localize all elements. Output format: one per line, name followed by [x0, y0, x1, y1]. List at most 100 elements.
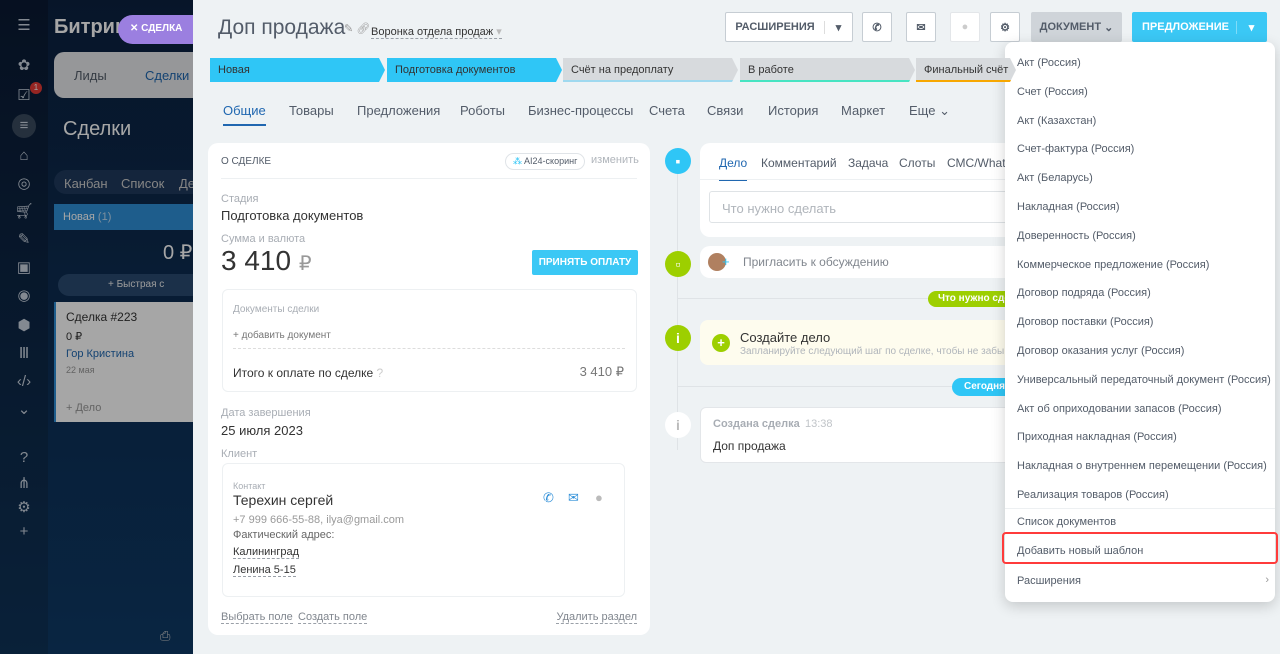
contact-call-icon[interactable]: ✆	[543, 490, 554, 506]
activity-icon: ▪	[665, 148, 691, 174]
info-icon: i	[665, 325, 691, 351]
email-button[interactable]: ✉	[906, 12, 936, 42]
menu-item[interactable]: Универсальный передаточный документ (Рос…	[1017, 374, 1271, 386]
menu-item[interactable]: Накладная (Россия)	[1017, 201, 1120, 213]
menu-item[interactable]: Акт об оприходовании запасов (Россия)	[1017, 403, 1222, 415]
menu-item[interactable]: Доверенность (Россия)	[1017, 230, 1136, 242]
tab-1[interactable]: Товары	[289, 103, 334, 118]
extensions-button[interactable]: РАСШИРЕНИЯ ▾	[725, 12, 853, 42]
add-document-link[interactable]: + добавить документ	[233, 330, 331, 341]
choose-field-link[interactable]: Выбрать поле	[221, 611, 293, 624]
tab-4[interactable]: Бизнес-процессы	[528, 103, 633, 118]
stage-2[interactable]: Счёт на предоплату	[563, 58, 738, 82]
document-dropdown-menu: Акт (Россия) Счет (Россия) Акт (Казахстан)…	[1005, 42, 1275, 602]
chat-button[interactable]: ●	[950, 12, 980, 42]
contact-name[interactable]: Терехин сергей	[233, 492, 333, 508]
info-icon: i	[665, 412, 691, 438]
menu-item[interactable]: Договор оказания услуг (Россия)	[1017, 345, 1184, 357]
timeline-tab-3[interactable]: Слоты	[899, 156, 935, 170]
tab-8[interactable]: Маркет	[841, 103, 885, 118]
timeline-tab-4[interactable]: СМС/Whats	[947, 156, 1012, 170]
document-button[interactable]: ДОКУМЕНТ ⌄	[1031, 12, 1122, 42]
address-label: Фактический адрес:	[233, 529, 335, 541]
timeline-tab-0[interactable]: Дело	[719, 156, 748, 181]
stage-4[interactable]: Финальный счёт	[916, 58, 1016, 82]
call-button[interactable]: ✆	[862, 12, 892, 42]
menu-item[interactable]: Акт (Беларусь)	[1017, 172, 1093, 184]
invite-bar[interactable]: + Пригласить к обсуждению	[700, 246, 1030, 278]
client-label: Клиент	[221, 448, 258, 460]
create-field-link[interactable]: Создать поле	[298, 611, 368, 624]
menu-item-extensions[interactable]: Расширения	[1017, 575, 1081, 587]
menu-item[interactable]: Счет-фактура (Россия)	[1017, 143, 1134, 155]
activity-input[interactable]: Что нужно сделать	[709, 191, 1039, 223]
tab-6[interactable]: Связи	[707, 103, 743, 118]
proposal-button[interactable]: ПРЕДЛОЖЕНИЕ ▾	[1132, 12, 1267, 42]
plus-icon: +	[712, 334, 730, 352]
close-date-label: Дата завершения	[221, 407, 311, 419]
stage-3[interactable]: В работе	[740, 58, 915, 82]
phone-icon: ✆	[872, 21, 882, 34]
mail-icon: ✉	[916, 21, 926, 34]
edit-title-icon[interactable]: ✎ 🔗︎	[344, 22, 370, 35]
chevron-right-icon: ›	[1265, 574, 1269, 586]
create-activity-hint[interactable]: + Создайте дело Запланируйте следующий ш…	[700, 320, 1030, 365]
tab-2[interactable]: Предложения	[357, 103, 440, 118]
documents-block: Документы сделки + добавить документ Ито…	[222, 289, 637, 392]
edit-section-link[interactable]: изменить	[591, 154, 639, 166]
ai-scoring-button[interactable]: ⁂ AI24-скоринг	[505, 153, 586, 170]
menu-item[interactable]: Акт (Россия)	[1017, 57, 1081, 69]
highlight-box	[1002, 532, 1278, 564]
tab-0[interactable]: Общие	[223, 103, 266, 126]
menu-item[interactable]: Счет (Россия)	[1017, 86, 1088, 98]
comment-icon: ▫	[665, 251, 691, 277]
contact-chat-icon[interactable]: ●	[595, 490, 603, 505]
chevron-down-icon[interactable]: ▾	[1236, 20, 1266, 34]
chevron-down-icon: ⌄	[1104, 21, 1114, 34]
chevron-down-icon: ⌄	[939, 103, 950, 118]
pipeline-select[interactable]: Воронка отдела продаж ▾	[371, 25, 502, 39]
delete-section-link[interactable]: Удалить раздел	[556, 611, 637, 624]
menu-item[interactable]: Накладная о внутреннем перемещении (Росс…	[1017, 460, 1267, 472]
contact-label: Контакт	[233, 481, 266, 491]
total-value: 3 410 ₽	[579, 364, 624, 379]
menu-item[interactable]: Реализация товаров (Россия)	[1017, 489, 1169, 501]
create-activity-text: Запланируйте следующий шаг по сделке, чт…	[740, 346, 1005, 357]
tab-5[interactable]: Счета	[649, 103, 685, 118]
invite-text[interactable]: Пригласить к обсуждению	[743, 255, 889, 269]
menu-item-document-list[interactable]: Список документов	[1017, 516, 1116, 528]
timeline-tab-1[interactable]: Комментарий	[761, 156, 837, 170]
stage-1[interactable]: Подготовка документов	[387, 58, 562, 82]
total-label: Итого к оплате по сделке ?	[233, 366, 384, 380]
menu-item[interactable]: Договор поставки (Россия)	[1017, 316, 1153, 328]
stage-label: Стадия	[221, 193, 259, 205]
close-date-value[interactable]: 25 июля 2023	[221, 423, 303, 438]
gear-icon: ⚙	[1000, 21, 1010, 34]
timeline-tab-2[interactable]: Задача	[848, 156, 888, 170]
accept-payment-button[interactable]: ПРИНЯТЬ ОПЛАТУ	[532, 250, 638, 275]
activity-editor: Дело Комментарий Задача Слоты СМС/Whats Что …	[700, 143, 1039, 237]
help-icon[interactable]: ?	[377, 366, 384, 380]
plus-icon[interactable]: +	[722, 254, 730, 269]
close-slider-button[interactable]: ✕ СДЕЛКА	[118, 15, 198, 44]
deal-title: Доп продажа	[218, 16, 346, 39]
chevron-down-icon[interactable]: ▾	[824, 20, 852, 34]
sum-label: Сумма и валюта	[221, 233, 306, 245]
sum-value: 3 410 ₽	[221, 245, 312, 276]
tab-9[interactable]: Еще ⌄	[909, 103, 950, 119]
chat-icon: ●	[961, 21, 969, 33]
address-street[interactable]: Ленина 5-15	[233, 564, 296, 577]
contact-mail-icon[interactable]: ✉	[568, 490, 579, 506]
tab-7[interactable]: История	[768, 103, 818, 118]
settings-button[interactable]: ⚙	[990, 12, 1020, 42]
stage-value[interactable]: Подготовка документов	[221, 208, 363, 223]
tab-3[interactable]: Роботы	[460, 103, 505, 118]
menu-item[interactable]: Договор подряда (Россия)	[1017, 287, 1151, 299]
menu-item[interactable]: Акт (Казахстан)	[1017, 115, 1096, 127]
menu-item[interactable]: Коммерческое предложение (Россия)	[1017, 259, 1209, 271]
create-activity-title: Создайте дело	[740, 330, 831, 345]
address-city[interactable]: Калининград	[233, 546, 300, 559]
stage-0[interactable]: Новая	[210, 58, 385, 82]
menu-item[interactable]: Приходная накладная (Россия)	[1017, 431, 1177, 443]
ai-icon: ⁂	[513, 156, 522, 166]
